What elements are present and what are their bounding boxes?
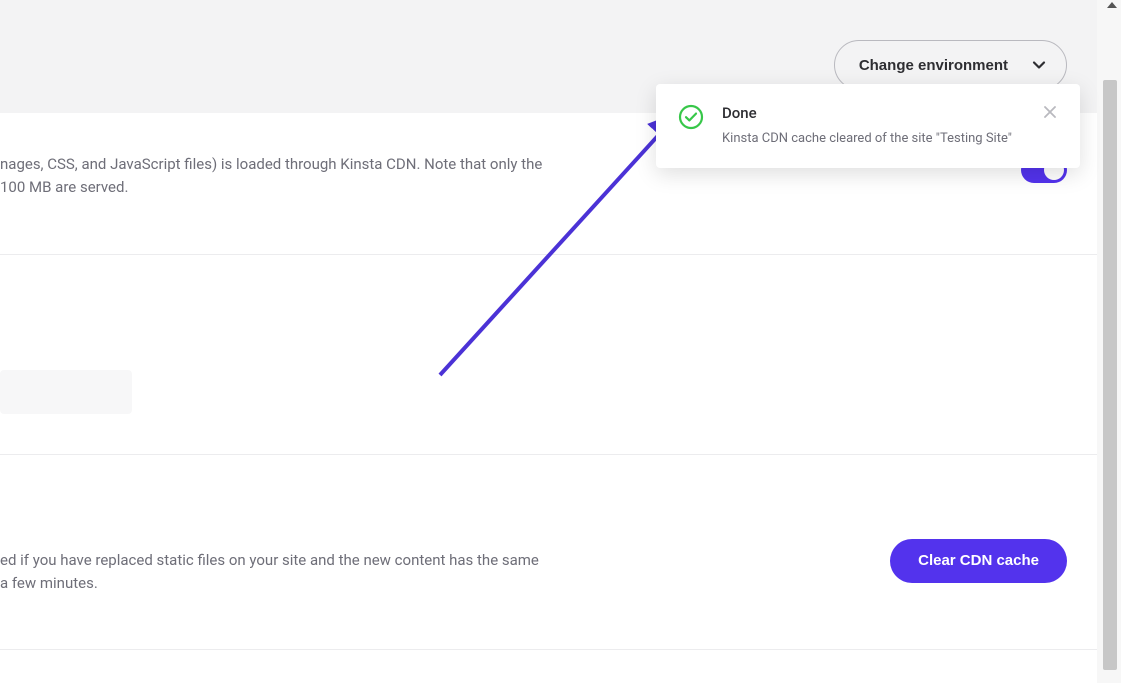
change-environment-button[interactable]: Change environment [834,40,1067,90]
content-panel: nages, CSS, and JavaScript files) is loa… [0,113,1097,683]
success-check-icon [678,104,704,130]
clear-cache-text: ed if you have replaced static files on … [0,549,560,596]
toast-message: Kinsta CDN cache cleared of the site "Te… [722,130,1024,148]
input-placeholder-box[interactable] [0,370,132,414]
middle-section [0,255,1097,455]
change-environment-label: Change environment [859,57,1008,74]
chevron-down-icon [1032,58,1046,72]
toast-title: Done [722,104,1024,122]
cdn-intro-text: nages, CSS, and JavaScript files) is loa… [0,153,560,200]
clear-cache-section: ed if you have replaced static files on … [0,455,1097,651]
clear-cdn-cache-button[interactable]: Clear CDN cache [890,539,1067,583]
scrollbar-thumb[interactable] [1103,80,1117,670]
success-toast: Done Kinsta CDN cache cleared of the sit… [656,84,1080,168]
scrollbar-track[interactable] [1097,0,1121,683]
close-icon[interactable] [1042,104,1058,120]
toast-body: Done Kinsta CDN cache cleared of the sit… [722,104,1024,148]
scrollbar-arrow-up-icon[interactable] [1107,2,1117,8]
